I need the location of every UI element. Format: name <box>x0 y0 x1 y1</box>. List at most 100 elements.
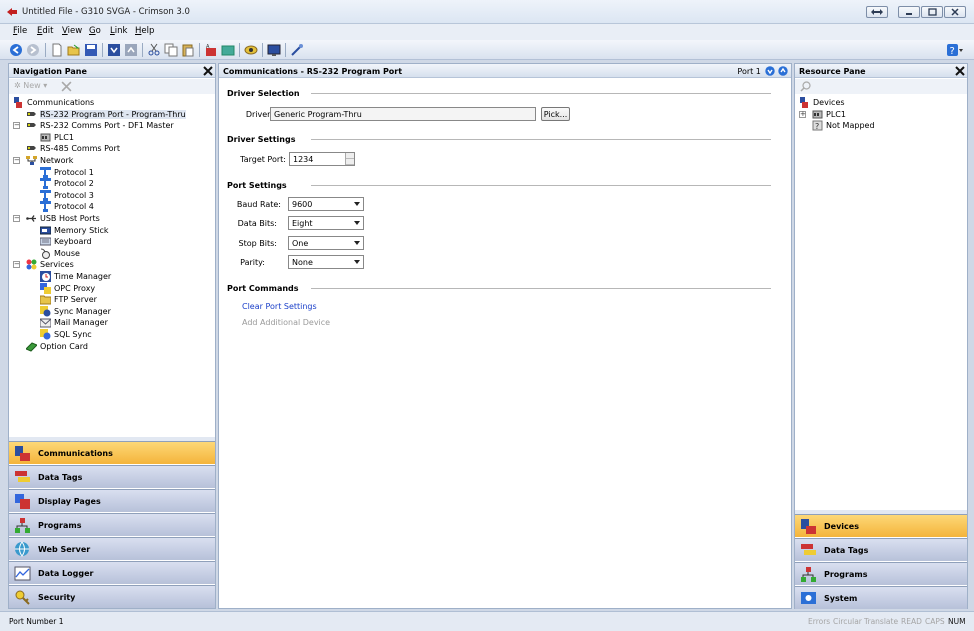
resource-category-data-tags[interactable]: Data Tags <box>795 538 967 561</box>
help-button[interactable]: ? <box>946 43 964 57</box>
tree-label: Protocol 3 <box>54 190 94 200</box>
dropdown-arrow-icon <box>354 260 360 264</box>
previous-port-up-icon[interactable] <box>778 66 788 76</box>
menu-link[interactable]: Link <box>110 26 127 36</box>
copy-icon <box>164 43 178 57</box>
category-communications[interactable]: Communications <box>9 441 215 464</box>
add-additional-device-link[interactable]: Add Additional Device <box>242 318 330 327</box>
menu-help[interactable]: Help <box>135 26 154 36</box>
minimize-icon <box>906 13 912 15</box>
category-data-tags[interactable]: Data Tags <box>9 465 215 488</box>
category-label: Programs <box>824 570 868 579</box>
watch-button[interactable] <box>244 43 258 57</box>
tree-label: PLC1 <box>826 109 846 119</box>
close-resource-pane-icon[interactable] <box>955 66 965 76</box>
serial-port-icon <box>27 123 36 128</box>
svg-text:A: A <box>206 44 210 50</box>
maximize-button[interactable] <box>921 6 943 18</box>
restore-layout-button[interactable] <box>866 6 888 18</box>
tree-label: Sync Manager <box>54 306 111 316</box>
upload-button[interactable] <box>124 43 138 57</box>
link-options-button[interactable] <box>290 43 304 57</box>
toolbar-separator <box>102 43 103 57</box>
resource-category-programs[interactable]: Programs <box>795 562 967 585</box>
category-label: Data Logger <box>38 569 94 578</box>
spin-down-icon[interactable] <box>346 159 354 165</box>
toolbar-separator <box>262 43 263 57</box>
save-button[interactable] <box>84 43 98 57</box>
serial-port-icon <box>27 111 36 116</box>
cut-button[interactable] <box>147 43 161 57</box>
plc-icon <box>812 110 823 119</box>
section-divider <box>311 185 771 186</box>
menu-edit[interactable]: Edit <box>37 26 53 36</box>
category-label: Data Tags <box>38 473 83 482</box>
baud-rate-select[interactable]: 9600 <box>288 197 364 211</box>
status-errors: Errors <box>808 617 831 626</box>
protocol-icon <box>40 178 51 190</box>
search-icon[interactable] <box>800 81 811 92</box>
expand-toggle[interactable]: + <box>799 110 806 118</box>
open-file-button[interactable] <box>67 43 81 57</box>
category-data-logger[interactable]: Data Logger <box>9 561 215 584</box>
collapse-toggle[interactable]: − <box>13 122 20 130</box>
copy-button[interactable] <box>164 43 178 57</box>
new-file-button[interactable] <box>50 43 64 57</box>
tree-label: RS-232 Program Port - Program-Thru <box>40 109 186 119</box>
collapse-toggle[interactable]: − <box>13 261 20 269</box>
category-programs[interactable]: Programs <box>9 513 215 536</box>
dropdown-arrow-icon <box>354 221 360 225</box>
link-icon <box>291 44 303 56</box>
collapse-toggle[interactable]: − <box>13 157 20 164</box>
resource-category-devices[interactable]: Devices <box>795 514 967 537</box>
category-label: System <box>824 594 858 603</box>
forward-button[interactable] <box>26 43 40 57</box>
new-item-button[interactable]: ✲ New ▾ <box>14 81 47 90</box>
tree-label: Keyboard <box>54 237 92 247</box>
delete-icon[interactable] <box>61 81 72 92</box>
target-port-spinner[interactable] <box>345 153 354 165</box>
protocol-icon <box>40 166 51 178</box>
paste-button[interactable] <box>181 43 195 57</box>
stop-bits-select[interactable]: One <box>288 236 364 250</box>
back-button[interactable] <box>9 43 23 57</box>
driver-settings-title: Driver Settings <box>227 135 296 144</box>
toolbar-separator <box>142 43 143 57</box>
category-display-pages[interactable]: Display Pages <box>9 489 215 512</box>
resource-category-system[interactable]: System <box>795 586 967 609</box>
category-web-server[interactable]: Web Server <box>9 537 215 560</box>
paste-icon <box>182 44 194 57</box>
menu-bar: File Edit View Go Link Help <box>0 24 974 40</box>
close-window-button[interactable] <box>944 6 966 18</box>
download-button[interactable] <box>107 43 121 57</box>
pick-driver-button[interactable]: Pick... <box>541 107 570 121</box>
compile-button[interactable]: A <box>204 43 218 57</box>
emulate-button[interactable] <box>267 43 281 57</box>
port-settings-title: Port Settings <box>227 181 287 190</box>
maximize-icon <box>928 8 937 16</box>
data-bits-select[interactable]: Eight <box>288 216 364 230</box>
network-icon <box>26 156 37 165</box>
display-pages-icon <box>15 494 30 509</box>
translate-icon <box>221 45 235 56</box>
translate-button[interactable] <box>221 43 235 57</box>
close-navigation-pane-icon[interactable] <box>203 66 213 76</box>
menu-go[interactable]: Go <box>89 26 101 36</box>
editor-header: Communications - RS-232 Program Port Por… <box>219 64 791 78</box>
next-port-down-icon[interactable] <box>765 66 776 76</box>
minimize-button[interactable] <box>898 6 920 18</box>
scissors-icon <box>148 43 160 56</box>
close-icon <box>951 8 959 16</box>
category-security[interactable]: Security <box>9 585 215 608</box>
menu-file[interactable]: File <box>13 26 27 36</box>
clear-port-settings-link[interactable]: Clear Port Settings <box>242 302 317 311</box>
svg-text:?: ? <box>815 122 819 131</box>
menu-view[interactable]: View <box>62 26 82 36</box>
folder-icon <box>40 295 51 305</box>
category-label: Devices <box>824 522 859 531</box>
parity-label: Parity: <box>240 258 265 267</box>
collapse-toggle[interactable]: − <box>13 215 20 222</box>
section-divider <box>311 139 771 140</box>
parity-select[interactable]: None <box>288 255 364 269</box>
target-port-input[interactable]: 1234 <box>289 152 355 166</box>
